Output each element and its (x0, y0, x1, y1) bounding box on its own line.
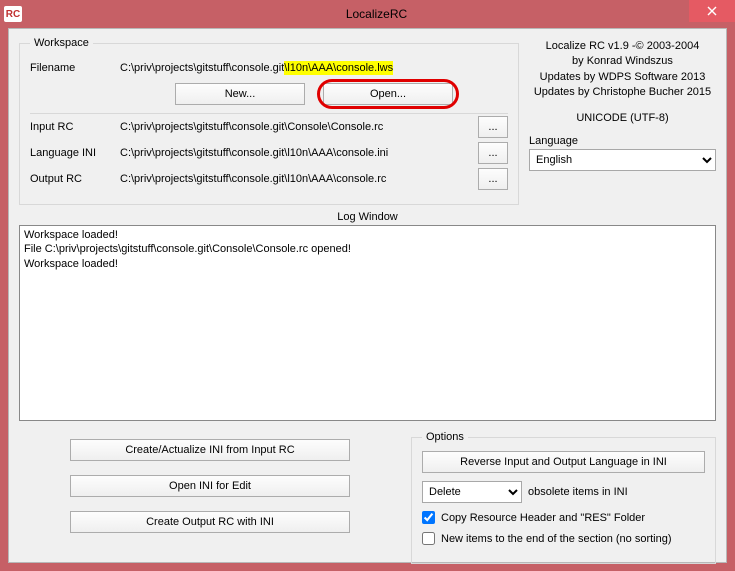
log-window-label: Log Window (19, 211, 716, 223)
titlebar: RC LocalizeRC (0, 0, 735, 28)
new-button[interactable]: New... (175, 83, 305, 105)
filename-highlight: \l10n\AAA\console.lws (284, 61, 393, 75)
input-rc-label: Input RC (30, 121, 120, 133)
create-rc-button[interactable]: Create Output RC with INI (70, 511, 350, 533)
workspace-legend: Workspace (30, 37, 93, 49)
info-line-4: Updates by Christophe Bucher 2015 (529, 85, 716, 100)
output-rc-label: Output RC (30, 173, 120, 185)
divider (30, 113, 508, 114)
info-line-1: Localize RC v1.9 -© 2003-2004 (529, 39, 716, 54)
output-rc-browse-button[interactable]: ... (478, 168, 508, 190)
obsolete-action-select[interactable]: Delete (422, 481, 522, 503)
copy-header-label: Copy Resource Header and "RES" Folder (441, 512, 645, 524)
filename-value: C:\priv\projects\gitstuff\console.git\l1… (120, 62, 508, 74)
app-icon: RC (4, 6, 22, 22)
info-panel: Localize RC v1.9 -© 2003-2004 by Konrad … (529, 37, 716, 205)
copy-header-checkbox[interactable] (422, 511, 435, 524)
output-rc-value: C:\priv\projects\gitstuff\console.git\l1… (120, 173, 470, 185)
language-ini-browse-button[interactable]: ... (478, 142, 508, 164)
encoding-label: UNICODE (UTF-8) (529, 111, 716, 126)
options-legend: Options (422, 431, 468, 443)
log-window[interactable]: Workspace loaded! File C:\priv\projects\… (19, 225, 716, 421)
language-ini-label: Language INI (30, 147, 120, 159)
create-ini-button[interactable]: Create/Actualize INI from Input RC (70, 439, 350, 461)
input-rc-value: C:\priv\projects\gitstuff\console.git\Co… (120, 121, 470, 133)
obsolete-items-label: obsolete items in INI (528, 486, 628, 498)
language-select[interactable]: English (529, 149, 716, 171)
new-items-checkbox[interactable] (422, 532, 435, 545)
reverse-lang-button[interactable]: Reverse Input and Output Language in INI (422, 451, 705, 473)
close-button[interactable] (689, 0, 735, 22)
info-line-2: by Konrad Windszus (529, 54, 716, 69)
open-ini-button[interactable]: Open INI for Edit (70, 475, 350, 497)
workspace-group: Workspace Filename C:\priv\projects\gits… (19, 37, 519, 205)
new-items-label: New items to the end of the section (no … (441, 533, 672, 545)
language-ini-value: C:\priv\projects\gitstuff\console.git\l1… (120, 147, 470, 159)
open-button[interactable]: Open... (323, 83, 453, 105)
close-icon (707, 6, 717, 16)
window-title: LocalizeRC (22, 7, 731, 21)
language-label: Language (529, 134, 589, 149)
options-group: Options Reverse Input and Output Languag… (411, 431, 716, 564)
input-rc-browse-button[interactable]: ... (478, 116, 508, 138)
info-line-3: Updates by WDPS Software 2013 (529, 70, 716, 85)
filename-label: Filename (30, 62, 120, 74)
